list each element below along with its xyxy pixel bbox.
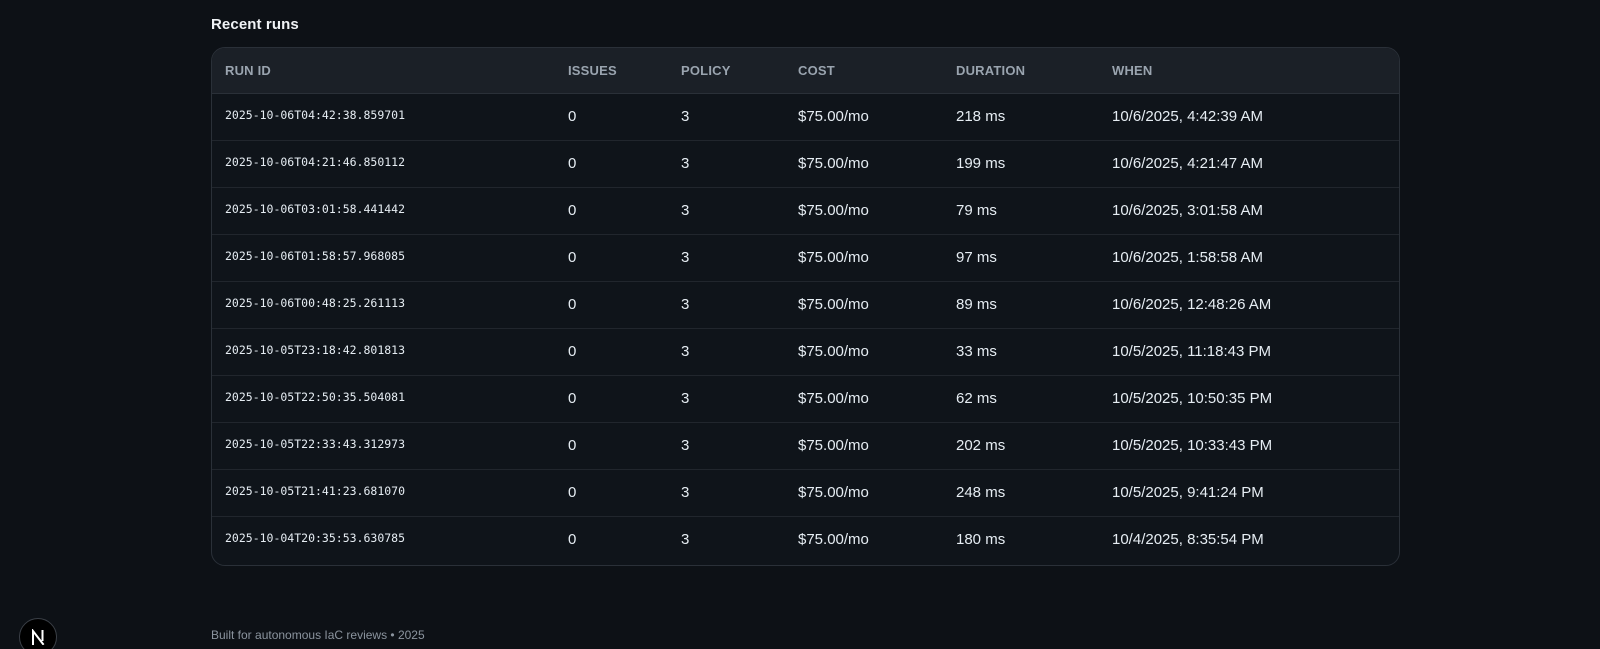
cost-cell: $75.00/mo (798, 531, 869, 549)
policy-cell: 3 (681, 108, 690, 125)
duration-cell: 89 ms (956, 296, 997, 313)
run-id-cell: 2025-10-06T01:58:57.968085 (225, 248, 406, 263)
issues-cell: 0 (568, 249, 577, 266)
cost-cell: $75.00/mo (798, 249, 869, 266)
policy-cell: 3 (681, 343, 690, 360)
table-row[interactable]: 2025-10-05T23:18:42.801813 0 3 $75.00/mo… (212, 328, 1399, 375)
policy-cell: 3 (681, 155, 690, 172)
cost-cell: $75.00/mo (798, 484, 869, 501)
when-cell: 10/6/2025, 1:58:58 AM (1112, 249, 1263, 266)
policy-cell: 3 (681, 531, 690, 549)
recent-runs-table: RUN ID ISSUES POLICY COST DURATION WHEN … (212, 48, 1399, 563)
when-cell: 10/4/2025, 8:35:54 PM (1112, 531, 1264, 549)
page: Recent runs RUN ID ISSUES POLICY COST DU… (0, 0, 1600, 649)
when-cell: 10/5/2025, 11:18:43 PM (1112, 343, 1272, 360)
footer-text: Built for autonomous IaC reviews • 2025 (211, 628, 425, 642)
when-cell: 10/6/2025, 4:21:47 AM (1112, 155, 1263, 172)
column-header-policy[interactable]: POLICY (681, 48, 798, 94)
duration-cell: 199 ms (956, 155, 1006, 172)
nextjs-dev-badge[interactable] (19, 618, 57, 649)
issues-cell: 0 (568, 108, 577, 125)
run-id-cell: 2025-10-06T04:21:46.850112 (225, 154, 406, 169)
issues-cell: 0 (568, 155, 577, 172)
table-row[interactable]: 2025-10-06T04:21:46.850112 0 3 $75.00/mo… (212, 140, 1399, 187)
section-title: Recent runs (211, 16, 299, 33)
table-row[interactable]: 2025-10-04T20:35:53.630785 0 3 $75.00/mo… (212, 516, 1399, 563)
cost-cell: $75.00/mo (798, 390, 869, 407)
run-id-cell: 2025-10-06T04:42:38.859701 (225, 107, 406, 122)
when-cell: 10/6/2025, 3:01:58 AM (1112, 202, 1263, 219)
issues-cell: 0 (568, 437, 577, 454)
cost-cell: $75.00/mo (798, 108, 869, 125)
run-id-cell: 2025-10-05T21:41:23.681070 (225, 483, 406, 498)
column-header-run-id[interactable]: RUN ID (212, 48, 568, 94)
nextjs-logo-icon (32, 629, 45, 645)
duration-cell: 97 ms (956, 249, 997, 266)
table-row[interactable]: 2025-10-05T22:50:35.504081 0 3 $75.00/mo… (212, 375, 1399, 422)
cost-cell: $75.00/mo (798, 155, 869, 172)
recent-runs-table-card: RUN ID ISSUES POLICY COST DURATION WHEN … (211, 47, 1400, 566)
column-header-cost[interactable]: COST (798, 48, 956, 94)
run-id-cell: 2025-10-06T00:48:25.261113 (225, 295, 406, 310)
when-cell: 10/5/2025, 9:41:24 PM (1112, 484, 1264, 501)
policy-cell: 3 (681, 390, 690, 407)
policy-cell: 3 (681, 484, 690, 501)
table-row[interactable]: 2025-10-06T03:01:58.441442 0 3 $75.00/mo… (212, 187, 1399, 234)
when-cell: 10/5/2025, 10:33:43 PM (1112, 437, 1273, 454)
policy-cell: 3 (681, 437, 690, 454)
when-cell: 10/6/2025, 12:48:26 AM (1112, 296, 1272, 313)
column-header-duration[interactable]: DURATION (956, 48, 1112, 94)
duration-cell: 202 ms (956, 437, 1006, 454)
issues-cell: 0 (568, 390, 577, 407)
duration-cell: 62 ms (956, 390, 997, 407)
cost-cell: $75.00/mo (798, 296, 869, 313)
issues-cell: 0 (568, 343, 577, 360)
duration-cell: 180 ms (956, 531, 1006, 549)
run-id-cell: 2025-10-05T22:50:35.504081 (225, 389, 406, 404)
policy-cell: 3 (681, 249, 690, 266)
column-header-issues[interactable]: ISSUES (568, 48, 681, 94)
when-cell: 10/5/2025, 10:50:35 PM (1112, 390, 1273, 407)
table-row[interactable]: 2025-10-06T04:42:38.859701 0 3 $75.00/mo… (212, 93, 1399, 140)
issues-cell: 0 (568, 531, 577, 549)
table-row[interactable]: 2025-10-06T01:58:57.968085 0 3 $75.00/mo… (212, 234, 1399, 281)
duration-cell: 33 ms (956, 343, 997, 360)
table-row[interactable]: 2025-10-05T22:33:43.312973 0 3 $75.00/mo… (212, 422, 1399, 469)
run-id-cell: 2025-10-04T20:35:53.630785 (225, 530, 406, 545)
cost-cell: $75.00/mo (798, 202, 869, 219)
column-header-when[interactable]: WHEN (1112, 48, 1399, 94)
cost-cell: $75.00/mo (798, 437, 869, 454)
issues-cell: 0 (568, 296, 577, 313)
run-id-cell: 2025-10-06T03:01:58.441442 (225, 201, 406, 216)
run-id-cell: 2025-10-05T23:18:42.801813 (225, 342, 406, 357)
table-row[interactable]: 2025-10-05T21:41:23.681070 0 3 $75.00/mo… (212, 469, 1399, 516)
cost-cell: $75.00/mo (798, 343, 869, 360)
duration-cell: 248 ms (956, 484, 1006, 501)
duration-cell: 218 ms (956, 108, 1006, 125)
policy-cell: 3 (681, 296, 690, 313)
policy-cell: 3 (681, 202, 690, 219)
issues-cell: 0 (568, 202, 577, 219)
table-header-row: RUN ID ISSUES POLICY COST DURATION WHEN (212, 48, 1399, 94)
when-cell: 10/6/2025, 4:42:39 AM (1112, 108, 1263, 125)
issues-cell: 0 (568, 484, 577, 501)
run-id-cell: 2025-10-05T22:33:43.312973 (225, 436, 406, 451)
duration-cell: 79 ms (956, 202, 997, 219)
table-row[interactable]: 2025-10-06T00:48:25.261113 0 3 $75.00/mo… (212, 281, 1399, 328)
